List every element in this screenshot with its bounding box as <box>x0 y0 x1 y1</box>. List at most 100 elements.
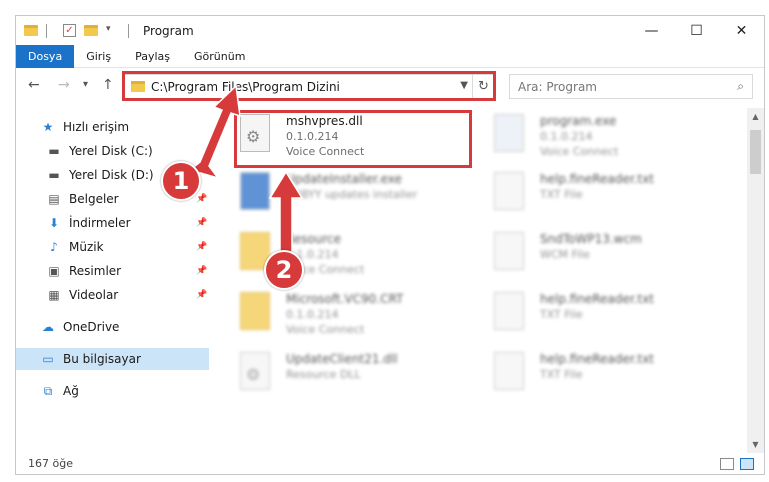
file-type: TXT File <box>540 308 583 321</box>
large-icons-view-icon[interactable] <box>740 458 754 470</box>
cloud-icon: ☁ <box>42 320 54 334</box>
pin-icon[interactable]: 📌 <box>196 218 207 228</box>
file-name: Resource <box>286 232 342 246</box>
file-name: UpdateInstaller.exe <box>286 172 402 186</box>
folder-icon <box>240 292 276 336</box>
recent-chevron-icon[interactable]: ▾ <box>83 79 88 90</box>
file-type: WCM File <box>540 248 590 261</box>
search-icon[interactable]: ⌕ <box>737 79 744 94</box>
scroll-down-icon[interactable]: ▼ <box>747 436 764 453</box>
new-folder-icon[interactable] <box>84 25 98 36</box>
file-item-help-2[interactable]: help.fineReader.txt TXT File <box>494 292 734 348</box>
download-icon: ⬇ <box>48 216 60 230</box>
exe-file-icon <box>494 114 530 158</box>
address-highlight-box <box>122 71 496 101</box>
pin-icon[interactable]: 📌 <box>196 290 207 300</box>
sidebar-item-label: Ağ <box>63 384 79 398</box>
sidebar-item-resimler[interactable]: ▣ Resimler 📌 <box>46 260 211 282</box>
file-name: help.fineReader.txt <box>540 352 654 366</box>
file-item-updateinstaller[interactable]: UpdateInstaller.exe ABBYY updates instal… <box>240 172 480 228</box>
forward-arrow-icon[interactable]: → <box>58 77 70 93</box>
sidebar-item-quick-access[interactable]: ★ Hızlı erişim <box>40 116 129 138</box>
file-name: Microsoft.VC90.CRT <box>286 292 404 306</box>
network-icon: ⧉ <box>43 383 53 398</box>
txt-file-icon <box>494 172 530 216</box>
wcm-file-icon <box>494 232 530 276</box>
window-title: Program <box>143 23 194 38</box>
pictures-icon: ▣ <box>48 264 60 278</box>
file-name: UpdateClient21.dll <box>286 352 398 366</box>
sidebar-item-disk-c[interactable]: ▬ Yerel Disk (C:) <box>46 140 153 162</box>
file-type: TXT File <box>540 188 583 201</box>
music-icon: ♪ <box>50 240 58 254</box>
file-name: help.fineReader.txt <box>540 172 654 186</box>
maximize-button[interactable]: ☐ <box>674 16 719 45</box>
file-type: TXT File <box>540 368 583 381</box>
pin-icon[interactable]: 📌 <box>196 194 207 204</box>
title-bar: ✓ ▾ Program — ☐ ✕ <box>16 16 764 45</box>
file-item-updateclient21[interactable]: ⚙ UpdateClient21.dll Resource DLL <box>240 352 480 408</box>
item-count: 167 öğe <box>28 456 73 470</box>
file-version: 0.1.0.214 <box>286 308 339 321</box>
file-item-vc90crt[interactable]: Microsoft.VC90.CRT 0.1.0.214 Voice Conne… <box>240 292 480 348</box>
sidebar-item-muzik[interactable]: ♪ Müzik 📌 <box>46 236 211 258</box>
sidebar-item-onedrive[interactable]: ☁ OneDrive <box>40 316 119 338</box>
folder-icon <box>24 25 38 36</box>
file-name: help.fineReader.txt <box>540 292 654 306</box>
properties-icon[interactable]: ✓ <box>63 24 76 37</box>
sidebar-item-label: Belgeler <box>69 192 119 206</box>
file-name: SndToWP13.wcm <box>540 232 642 246</box>
sidebar-item-label: Resimler <box>69 264 122 278</box>
tab-gorunum[interactable]: Görünüm <box>182 45 257 68</box>
navigation-pane: ★ Hızlı erişim ▬ Yerel Disk (C:) ▬ Yerel… <box>16 108 211 453</box>
up-arrow-icon[interactable]: ↑ <box>102 77 114 93</box>
sidebar-item-indirmeler[interactable]: ⬇ İndirmeler 📌 <box>46 212 211 234</box>
file-name: program.exe <box>540 114 617 128</box>
quick-access-dropdown-icon[interactable]: ▾ <box>106 24 120 38</box>
file-item-sndtowp13[interactable]: SndToWP13.wcm WCM File <box>494 232 734 288</box>
drive-icon: ▬ <box>48 144 60 158</box>
back-arrow-icon[interactable]: ← <box>28 77 40 93</box>
ribbon-tabs: Dosya Giriş Paylaş Görünüm <box>16 44 764 68</box>
pin-icon[interactable]: 📌 <box>196 242 207 252</box>
sidebar-item-label: Bu bilgisayar <box>63 352 141 366</box>
close-button[interactable]: ✕ <box>719 16 764 45</box>
file-item-program-exe[interactable]: program.exe 0.1.0.214 Voice Connect <box>494 114 734 170</box>
file-item-help-3[interactable]: help.fineReader.txt TXT File <box>494 352 734 408</box>
file-highlight-box <box>234 110 472 168</box>
file-item-help-1[interactable]: help.fineReader.txt TXT File <box>494 172 734 228</box>
txt-file-icon <box>494 352 530 396</box>
sidebar-item-label: İndirmeler <box>69 216 131 230</box>
scroll-thumb[interactable] <box>750 130 761 174</box>
tab-dosya[interactable]: Dosya <box>16 44 75 68</box>
search-input[interactable]: Ara: Program ⌕ <box>509 74 753 99</box>
exe-file-icon <box>240 172 276 216</box>
file-description: Voice Connect <box>286 323 365 336</box>
tab-giris[interactable]: Giriş <box>74 45 123 68</box>
sidebar-item-label: Videolar <box>69 288 119 302</box>
details-view-icon[interactable] <box>720 458 734 470</box>
sidebar-item-disk-d[interactable]: ▬ Yerel Disk (D:) <box>46 164 153 186</box>
title-separator <box>46 23 47 38</box>
file-description: ABBYY updates installer <box>286 188 418 201</box>
sidebar-item-label: Müzik <box>69 240 104 254</box>
dll-file-icon: ⚙ <box>240 352 276 396</box>
txt-file-icon <box>494 292 530 336</box>
step-badge-1: 1 <box>161 161 201 201</box>
file-description: Resource DLL <box>286 368 361 381</box>
tab-paylas[interactable]: Paylaş <box>123 45 182 68</box>
star-icon: ★ <box>42 120 54 134</box>
video-icon: ▦ <box>48 288 60 302</box>
step-badge-2: 2 <box>264 250 304 290</box>
file-description: Voice Connect <box>540 145 619 158</box>
vertical-scrollbar[interactable]: ▲ ▼ <box>747 108 764 453</box>
sidebar-item-videolar[interactable]: ▦ Videolar 📌 <box>46 284 211 306</box>
sidebar-item-label: Yerel Disk (C:) <box>69 144 153 158</box>
minimize-button[interactable]: — <box>629 16 674 45</box>
documents-icon: ▤ <box>48 192 60 206</box>
sidebar-item-this-pc[interactable]: ▭ Bu bilgisayar <box>16 348 209 370</box>
sidebar-item-network[interactable]: ⧉ Ağ <box>40 380 79 402</box>
search-placeholder: Ara: Program <box>518 79 597 94</box>
scroll-up-icon[interactable]: ▲ <box>747 108 764 125</box>
pin-icon[interactable]: 📌 <box>196 266 207 276</box>
